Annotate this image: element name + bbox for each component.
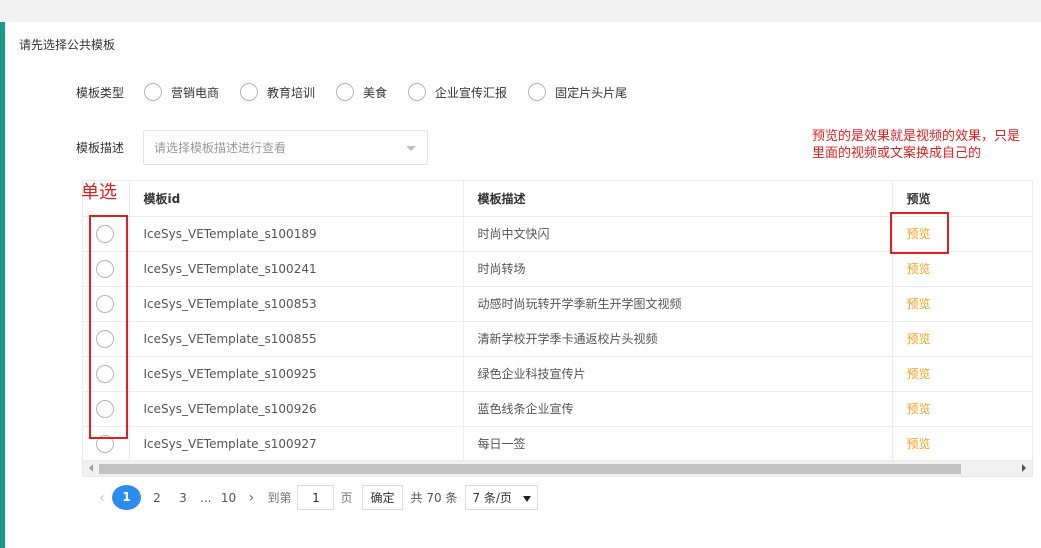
annotation-preview-note: 预览的是效果就是视频的效果，只是里面的视频或文案换成自己的 [812, 129, 1021, 161]
scroll-left-icon[interactable] [89, 464, 93, 472]
annotation-single-select: 单选 [81, 182, 117, 203]
template-desc-label: 模板描述 [76, 141, 125, 155]
row-template-desc: 每日一签 [463, 426, 893, 460]
radio-option-label: 固定片头片尾 [555, 85, 628, 100]
header-template-id: 模板id [129, 181, 464, 217]
radio-circle-icon[interactable] [336, 83, 355, 101]
annotation-preview-highlight [890, 212, 949, 254]
preview-link[interactable]: 预览 [907, 402, 931, 416]
radio-option-label: 美食 [363, 85, 388, 100]
template-desc-placeholder: 请选择模板描述进行查看 [154, 141, 287, 155]
template-type-option-intro-outro[interactable]: 固定片头片尾 [528, 83, 627, 101]
template-type-label: 模板类型 [76, 86, 125, 100]
template-type-option-food[interactable]: 美食 [336, 83, 387, 101]
page-1-button[interactable]: 1 [112, 485, 141, 510]
row-template-id: IceSys_VETemplate_s100853 [129, 286, 464, 322]
row-template-id: IceSys_VETemplate_s100927 [129, 426, 464, 460]
row-preview-cell: 预览 [892, 426, 1032, 460]
row-template-desc: 绿色企业科技宣传片 [463, 356, 893, 392]
radio-option-label: 营销电商 [171, 85, 220, 100]
template-type-radio-group: 营销电商 教育培训 美食 企业宣传汇报 固定片头片尾 [144, 83, 648, 101]
total-count: 共 70 条 [410, 491, 458, 505]
row-preview-cell: 预览 [892, 286, 1032, 322]
row-template-id: IceSys_VETemplate_s100241 [129, 251, 464, 287]
table-row[interactable]: IceSys_VETemplate_s100926 蓝色线条企业宣传 预览 [83, 391, 1032, 427]
row-preview-cell: 预览 [892, 356, 1032, 392]
row-template-desc: 时尚转场 [463, 251, 893, 287]
horizontal-scrollbar[interactable] [82, 461, 1033, 477]
prev-page-icon[interactable]: ‹ [92, 490, 112, 506]
annotation-radio-highlight [89, 215, 128, 439]
row-template-desc: 蓝色线条企业宣传 [463, 391, 893, 427]
table-row[interactable]: IceSys_VETemplate_s100241 时尚转场 预览 [83, 251, 1032, 287]
page-2-button[interactable]: 2 [144, 491, 170, 505]
template-desc-select[interactable]: 请选择模板描述进行查看 [143, 130, 428, 165]
row-template-id: IceSys_VETemplate_s100926 [129, 391, 464, 427]
row-template-id: IceSys_VETemplate_s100925 [129, 356, 464, 392]
table-row[interactable]: IceSys_VETemplate_s100927 每日一签 预览 [83, 426, 1032, 460]
preview-link[interactable]: 预览 [907, 437, 931, 451]
page-size-select[interactable]: 7 条/页 [465, 485, 539, 510]
radio-option-label: 教育培训 [267, 85, 316, 100]
preview-link[interactable]: 预览 [907, 297, 931, 311]
page-3-button[interactable]: 3 [170, 491, 196, 505]
chevron-down-icon [406, 146, 416, 151]
goto-confirm-button[interactable]: 确定 [362, 485, 403, 510]
goto-label: 到第 [267, 491, 292, 505]
pagination: ‹ 1 2 3 ... 10 › 到第 页 确定 共 70 条 7 条/页 [92, 485, 539, 510]
row-template-desc: 动感时尚玩转开学季新生开学图文视频 [463, 286, 893, 322]
table-row[interactable]: IceSys_VETemplate_s100855 清新学校开学季卡通返校片头视… [83, 321, 1032, 357]
section-title: 请先选择公共模板 [19, 38, 116, 52]
preview-link[interactable]: 预览 [907, 332, 931, 346]
radio-circle-icon[interactable] [528, 83, 547, 101]
row-template-id: IceSys_VETemplate_s100189 [129, 216, 464, 252]
template-type-option-corporate[interactable]: 企业宣传汇报 [408, 83, 507, 101]
row-preview-cell: 预览 [892, 391, 1032, 427]
left-accent-bar [0, 22, 5, 548]
radio-circle-icon[interactable] [408, 83, 427, 101]
page-last-button[interactable]: 10 [215, 491, 241, 505]
page-ellipsis[interactable]: ... [200, 491, 211, 505]
top-bar [0, 0, 1041, 22]
scrollbar-thumb[interactable] [99, 464, 961, 474]
row-template-desc: 时尚中文快闪 [463, 216, 893, 252]
template-type-option-education[interactable]: 教育培训 [240, 83, 315, 101]
page-unit-label: 页 [340, 491, 353, 505]
table-row[interactable]: IceSys_VETemplate_s100853 动感时尚玩转开学季新生开学图… [83, 286, 1032, 322]
radio-circle-icon[interactable] [240, 83, 259, 101]
template-type-option-marketing[interactable]: 营销电商 [144, 83, 219, 101]
radio-circle-icon[interactable] [144, 83, 162, 101]
row-template-desc: 清新学校开学季卡通返校片头视频 [463, 321, 893, 357]
radio-option-label: 企业宣传汇报 [435, 85, 508, 100]
scroll-right-icon[interactable] [1022, 464, 1026, 472]
next-page-icon[interactable]: › [241, 490, 261, 506]
caret-down-icon [523, 496, 532, 502]
header-template-desc: 模板描述 [463, 181, 893, 217]
row-preview-cell: 预览 [892, 321, 1032, 357]
table-row[interactable]: IceSys_VETemplate_s100925 绿色企业科技宣传片 预览 [83, 356, 1032, 392]
row-template-id: IceSys_VETemplate_s100855 [129, 321, 464, 357]
header-preview: 预览 [892, 181, 1032, 217]
goto-page-input[interactable] [297, 485, 335, 510]
table-header-row: 模板id 模板描述 预览 [83, 181, 1032, 217]
preview-link[interactable]: 预览 [907, 367, 931, 381]
page-size-value: 7 条/页 [472, 491, 512, 505]
preview-link[interactable]: 预览 [907, 262, 931, 276]
row-preview-cell: 预览 [892, 251, 1032, 287]
